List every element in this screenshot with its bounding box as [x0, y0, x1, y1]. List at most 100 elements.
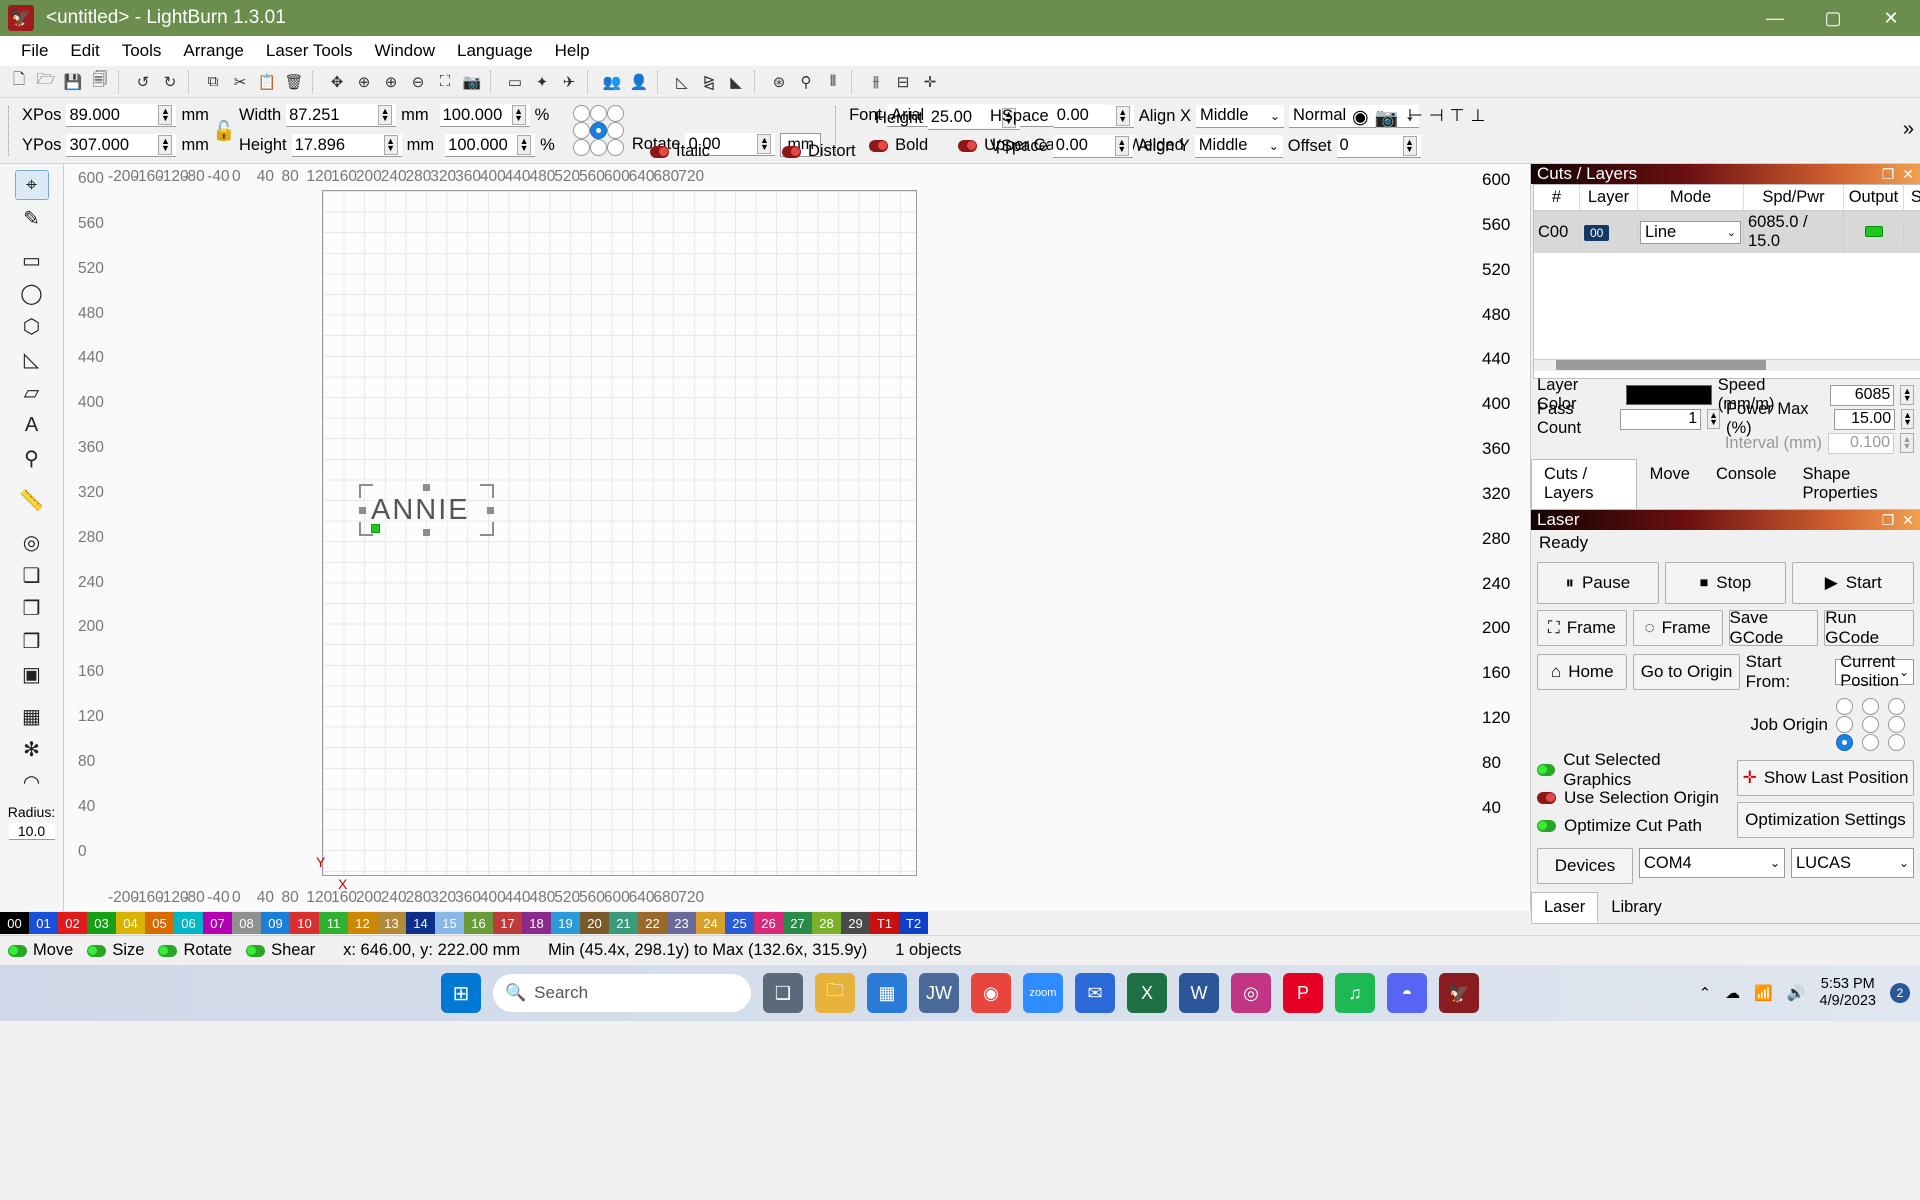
job-origin-cell-7[interactable]	[1862, 734, 1879, 751]
palette-color-23[interactable]: 23	[667, 912, 696, 934]
text-object-content[interactable]: ANNIE	[371, 494, 470, 527]
height-percent-stepper[interactable]: ▲ ▼	[517, 135, 532, 155]
palette-color-22[interactable]: 22	[638, 912, 667, 934]
palette-color-06[interactable]: 06	[174, 912, 203, 934]
speed-stepper[interactable]: ▲ ▼	[1900, 385, 1914, 405]
ellipse-tool[interactable]: ◯	[15, 278, 49, 308]
mirror-h-icon[interactable]: ⧎	[696, 69, 722, 95]
start-from-select[interactable]: Current Position ⌄	[1835, 653, 1914, 690]
close-icon[interactable]: ✕	[1902, 512, 1914, 529]
anchor-cell-7[interactable]	[589, 139, 607, 156]
offset-value[interactable]	[1336, 136, 1403, 155]
frame-button[interactable]: ⛶ Frame	[1537, 610, 1627, 646]
menu-item-arrange[interactable]: Arrange	[172, 38, 254, 64]
use-selection-origin-toggle[interactable]: Use Selection Origin	[1537, 784, 1727, 812]
circular-array-tool[interactable]: ✻	[15, 734, 49, 764]
go-to-origin-button[interactable]: Go to Origin	[1633, 654, 1740, 690]
palette-color-25[interactable]: 25	[725, 912, 754, 934]
zoom-in-icon[interactable]: ⊕	[378, 69, 404, 95]
tab-cutslayers[interactable]: Cuts / Layers	[1531, 459, 1637, 509]
frame-round-button[interactable]: ◌ Frame	[1632, 610, 1723, 646]
start-button[interactable]: ▶ Start	[1792, 562, 1915, 604]
optimize-cut-path-toggle[interactable]: Optimize Cut Path	[1537, 812, 1727, 840]
center-icon[interactable]: ✛	[917, 69, 943, 95]
wifi-icon[interactable]: 📶	[1754, 984, 1773, 1002]
layer-color-swatch[interactable]	[1626, 385, 1712, 405]
save-gcode-button[interactable]: Save GCode	[1728, 608, 1819, 647]
weld-icon[interactable]: ⊛	[766, 69, 792, 95]
palette-color-29[interactable]: 29	[841, 912, 870, 934]
align-icon[interactable]: ⫵	[863, 69, 889, 95]
job-origin-cell-1[interactable]	[1862, 698, 1879, 715]
height-stepper[interactable]: ▲ ▼	[383, 135, 398, 155]
offset-shapes-tool[interactable]: ◎	[15, 527, 49, 557]
hspace-value[interactable]	[1053, 106, 1116, 125]
speed-field[interactable]: 6085	[1829, 384, 1895, 406]
redo-icon[interactable]: ↻	[157, 69, 183, 95]
width-percent-value[interactable]	[439, 105, 512, 125]
pinterest-icon[interactable]: P	[1283, 973, 1323, 1013]
height-value[interactable]	[291, 135, 384, 155]
width-value[interactable]	[286, 105, 379, 125]
mail-icon[interactable]: ✉	[1075, 973, 1115, 1013]
array-icon[interactable]: ⚲	[793, 69, 819, 95]
resize-handle-tr[interactable]	[480, 484, 494, 498]
width-input[interactable]: ▲▼	[286, 104, 397, 127]
fit-view-icon[interactable]: ▭	[502, 69, 528, 95]
save-file-icon[interactable]: 💾	[60, 69, 86, 95]
zoom-out-icon[interactable]: ⊖	[405, 69, 431, 95]
tab-laser[interactable]: Laser	[1531, 892, 1599, 923]
size-toggle-switch[interactable]	[87, 944, 107, 957]
boolean-subtract-tool[interactable]: ❐	[15, 593, 49, 623]
menu-item-language[interactable]: Language	[446, 38, 544, 64]
output-cell[interactable]	[1844, 220, 1904, 244]
ypos-input[interactable]: ▲▼	[66, 134, 177, 157]
new-file-icon[interactable]: 🗋	[6, 69, 32, 95]
ungroup-icon[interactable]: 👤	[626, 69, 652, 95]
lightburn-icon[interactable]: 🦅	[1439, 973, 1479, 1013]
job-origin-cell-6[interactable]	[1836, 734, 1853, 751]
mode-select[interactable]: Line ⌄	[1640, 220, 1741, 244]
distort-toggle[interactable]: Distort	[781, 142, 856, 161]
vspace-value[interactable]	[1052, 136, 1115, 155]
align-top-icon[interactable]: ⊤	[1450, 106, 1465, 126]
palette-color-16[interactable]: 16	[464, 912, 493, 934]
job-origin-selector[interactable]	[1836, 698, 1914, 752]
status-move[interactable]: Move	[8, 941, 73, 960]
job-origin-cell-8[interactable]	[1888, 734, 1905, 751]
boolean-union-tool[interactable]: ❏	[15, 560, 49, 590]
boolean-exclude-tool[interactable]: ▣	[15, 659, 49, 689]
width-stepper[interactable]: ▲ ▼	[378, 105, 393, 125]
optimize-cut-toggle-switch[interactable]	[1537, 820, 1556, 832]
distort-toggle-switch[interactable]	[781, 145, 801, 158]
bold-toggle-switch[interactable]	[869, 139, 889, 152]
status-rotate[interactable]: Rotate	[158, 941, 232, 960]
selected-object[interactable]: ANNIE	[359, 484, 494, 536]
cut-selected-toggle-switch[interactable]	[1537, 764, 1556, 776]
width-percent-stepper[interactable]: ▲ ▼	[511, 105, 526, 125]
hspace-input[interactable]: ▲▼	[1053, 104, 1134, 128]
menu-item-help[interactable]: Help	[544, 38, 601, 64]
move-icon[interactable]: ✥	[324, 69, 350, 95]
menu-item-laser-tools[interactable]: Laser Tools	[255, 38, 364, 64]
status-shear[interactable]: Shear	[246, 941, 315, 960]
layer-cell[interactable]: 00	[1580, 220, 1638, 244]
job-origin-cell-4[interactable]	[1862, 716, 1879, 733]
copy-icon[interactable]: ⧉	[200, 69, 226, 95]
palette-color-05[interactable]: 05	[145, 912, 174, 934]
anchor-cell-6[interactable]	[572, 139, 590, 156]
home-button[interactable]: ⌂ Home	[1537, 654, 1628, 690]
canvas-area[interactable]: -200 -160 -120 -80 -40 0 40 80 120 160 200 240 280 32…	[64, 164, 1530, 911]
show-cell[interactable]	[1904, 221, 1920, 244]
select-tool[interactable]: ⌖	[14, 170, 49, 200]
palette-color-00[interactable]: 00	[0, 912, 29, 934]
maximize-button[interactable]: ▢	[1804, 0, 1862, 36]
height-input[interactable]: ▲▼	[291, 134, 402, 157]
layers-table[interactable]: #LayerModeSpd/PwrOutputShow C0000 Line ⌄ 60…	[1533, 184, 1920, 379]
run-gcode-button[interactable]: Run GCode	[1824, 608, 1914, 647]
camera-settings-icon[interactable]: 📷	[1375, 106, 1399, 130]
taskbar-clock[interactable]: 5:53 PM 4/9/2023	[1820, 976, 1876, 1010]
palette-color-03[interactable]: 03	[87, 912, 116, 934]
layers-column-layer[interactable]: Layer	[1580, 185, 1638, 210]
tab-move[interactable]: Move	[1637, 459, 1703, 509]
